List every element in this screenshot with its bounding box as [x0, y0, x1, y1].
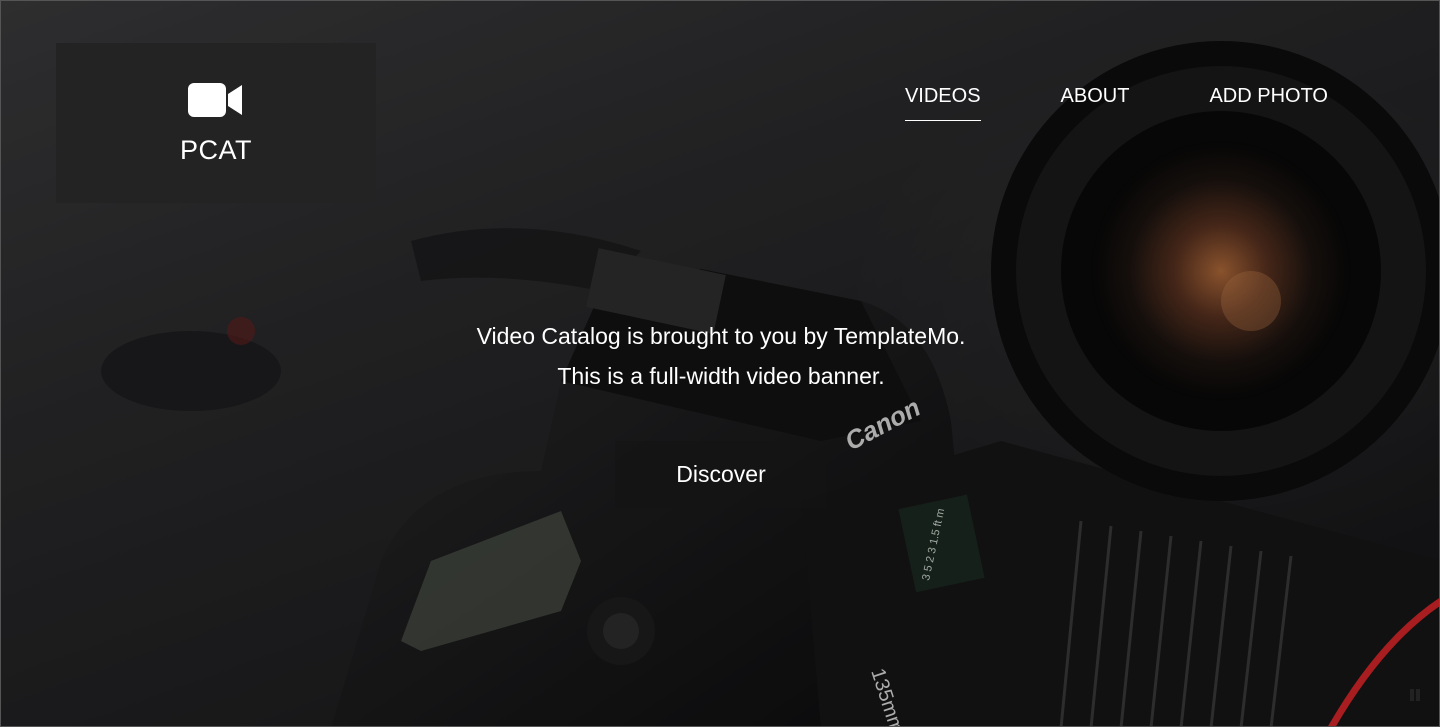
nav-link-about[interactable]: ABOUT — [1061, 85, 1130, 121]
pause-icon[interactable] — [1409, 688, 1421, 702]
hero-caption-line-1: Video Catalog is brought to you by Templ… — [476, 323, 966, 349]
hero-banner: Canon 3 5 2 3 1.5 ft m 135mm PCAT VIDEOS… — [0, 0, 1440, 727]
brand-name: PCAT — [179, 134, 252, 165]
hero-caption: Video Catalog is brought to you by Templ… — [1, 316, 1439, 396]
video-camera-icon — [188, 82, 242, 117]
nav-link-videos[interactable]: VIDEOS — [904, 85, 981, 121]
discover-button[interactable]: Discover — [615, 441, 827, 508]
hero-caption-line-2: This is a full-width video banner. — [557, 363, 885, 389]
main-navigation: VIDEOS ABOUT ADD PHOTO — [904, 85, 1328, 121]
nav-link-add-photo[interactable]: ADD PHOTO — [1209, 85, 1328, 121]
brand-logo-box[interactable]: PCAT — [56, 43, 376, 203]
